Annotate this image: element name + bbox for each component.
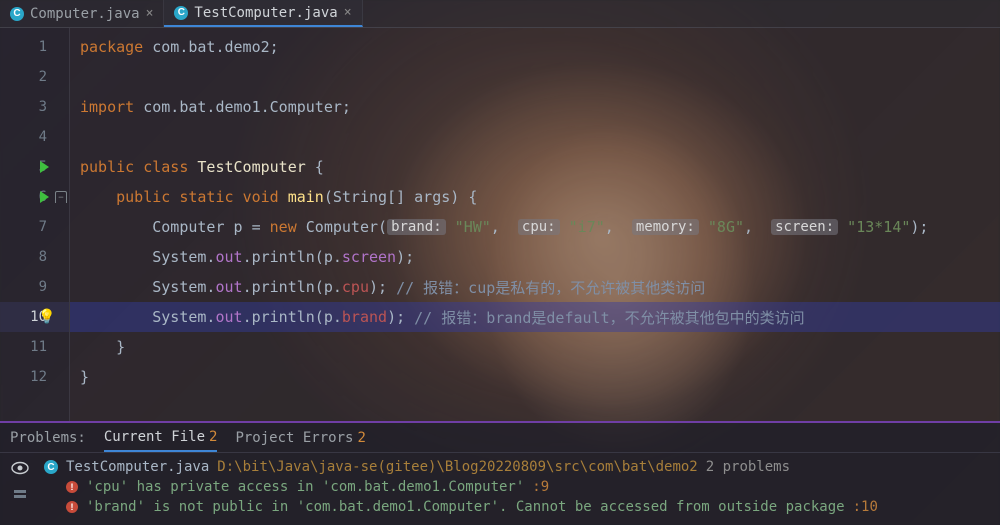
error-count-badge: 2 <box>209 429 217 445</box>
code-area[interactable]: package com.bat.demo2; import com.bat.de… <box>70 28 1000 421</box>
close-icon[interactable]: × <box>344 5 352 20</box>
param-hint: memory: <box>632 219 699 235</box>
line-number[interactable]: 3 <box>0 92 69 122</box>
fold-icon[interactable]: − <box>55 191 67 203</box>
line-number[interactable]: 12 <box>0 362 69 392</box>
java-class-icon: C <box>174 6 188 20</box>
line-number[interactable]: 9 <box>0 272 69 302</box>
problem-location: :10 <box>853 499 878 515</box>
java-class-icon: C <box>10 7 24 21</box>
line-number[interactable]: 6− <box>0 182 69 212</box>
code-line[interactable]: System.out.println(p.cpu); // 报错：cup是私有的… <box>70 272 1000 302</box>
code-line[interactable]: public static void main(String[] args) { <box>70 182 1000 212</box>
tab-testcomputer-java[interactable]: C TestComputer.java × <box>164 0 362 27</box>
code-line[interactable]: System.out.println(p.screen); <box>70 242 1000 272</box>
gutter: 1 2 3 4 5 6− 7 8 9 💡10 11 12 <box>0 28 70 421</box>
problems-file-header[interactable]: C TestComputer.java D:\bit\Java\java-se(… <box>44 457 994 477</box>
param-hint: brand: <box>387 219 446 235</box>
inspect-icon[interactable] <box>10 459 30 477</box>
run-gutter-icon[interactable] <box>40 191 49 203</box>
java-class-icon: C <box>44 460 58 474</box>
line-number[interactable]: 5 <box>0 152 69 182</box>
close-icon[interactable]: × <box>146 6 154 21</box>
tab-label: Computer.java <box>30 6 140 22</box>
problems-label: Problems: <box>10 423 86 452</box>
editor-tabs: C Computer.java × C TestComputer.java × <box>0 0 1000 28</box>
error-icon: ! <box>66 501 78 513</box>
file-path: D:\bit\Java\java-se(gitee)\Blog20220809\… <box>217 459 697 475</box>
line-number[interactable]: 8 <box>0 242 69 272</box>
code-line[interactable]: } <box>70 362 1000 392</box>
problem-item[interactable]: ! 'brand' is not public in 'com.bat.demo… <box>44 497 994 517</box>
tab-project-errors[interactable]: Project Errors2 <box>235 423 365 452</box>
problem-message: 'brand' is not public in 'com.bat.demo1.… <box>86 499 845 515</box>
line-number[interactable]: 4 <box>0 122 69 152</box>
tab-computer-java[interactable]: C Computer.java × <box>0 0 164 27</box>
tab-label: TestComputer.java <box>194 5 337 21</box>
problem-count: 2 problems <box>706 459 790 475</box>
code-line[interactable]: System.out.println(p.brand); // 报错：brand… <box>70 302 1000 332</box>
code-editor[interactable]: 1 2 3 4 5 6− 7 8 9 💡10 11 12 package com… <box>0 28 1000 421</box>
code-line[interactable]: } <box>70 332 1000 362</box>
code-line[interactable] <box>70 122 1000 152</box>
param-hint: screen: <box>771 219 838 235</box>
problem-item[interactable]: ! 'cpu' has private access in 'com.bat.d… <box>44 477 994 497</box>
line-number[interactable]: 2 <box>0 62 69 92</box>
code-line[interactable]: package com.bat.demo2; <box>70 32 1000 62</box>
line-number[interactable]: 💡10 <box>0 302 69 332</box>
code-line[interactable]: import com.bat.demo1.Computer; <box>70 92 1000 122</box>
line-number[interactable]: 7 <box>0 212 69 242</box>
line-number[interactable]: 1 <box>0 32 69 62</box>
problems-list: C TestComputer.java D:\bit\Java\java-se(… <box>40 453 1000 525</box>
code-line[interactable] <box>70 62 1000 92</box>
code-line[interactable]: public class TestComputer { <box>70 152 1000 182</box>
problem-message: 'cpu' has private access in 'com.bat.dem… <box>86 479 524 495</box>
error-icon: ! <box>66 481 78 493</box>
problem-location: :9 <box>532 479 549 495</box>
code-line[interactable]: Computer p = new Computer(brand: "HW", c… <box>70 212 1000 242</box>
tab-current-file[interactable]: Current File2 <box>104 423 218 452</box>
panel-tabs: Problems: Current File2 Project Errors2 <box>0 423 1000 453</box>
line-number[interactable]: 11 <box>0 332 69 362</box>
error-count-badge: 2 <box>357 430 365 446</box>
file-name: TestComputer.java <box>66 459 209 475</box>
problems-panel: Problems: Current File2 Project Errors2 … <box>0 421 1000 525</box>
collapse-icon[interactable] <box>10 485 30 503</box>
lightbulb-icon[interactable]: 💡 <box>38 309 55 325</box>
panel-side-toolbar <box>0 453 40 525</box>
param-hint: cpu: <box>518 219 560 235</box>
run-gutter-icon[interactable] <box>40 161 49 173</box>
